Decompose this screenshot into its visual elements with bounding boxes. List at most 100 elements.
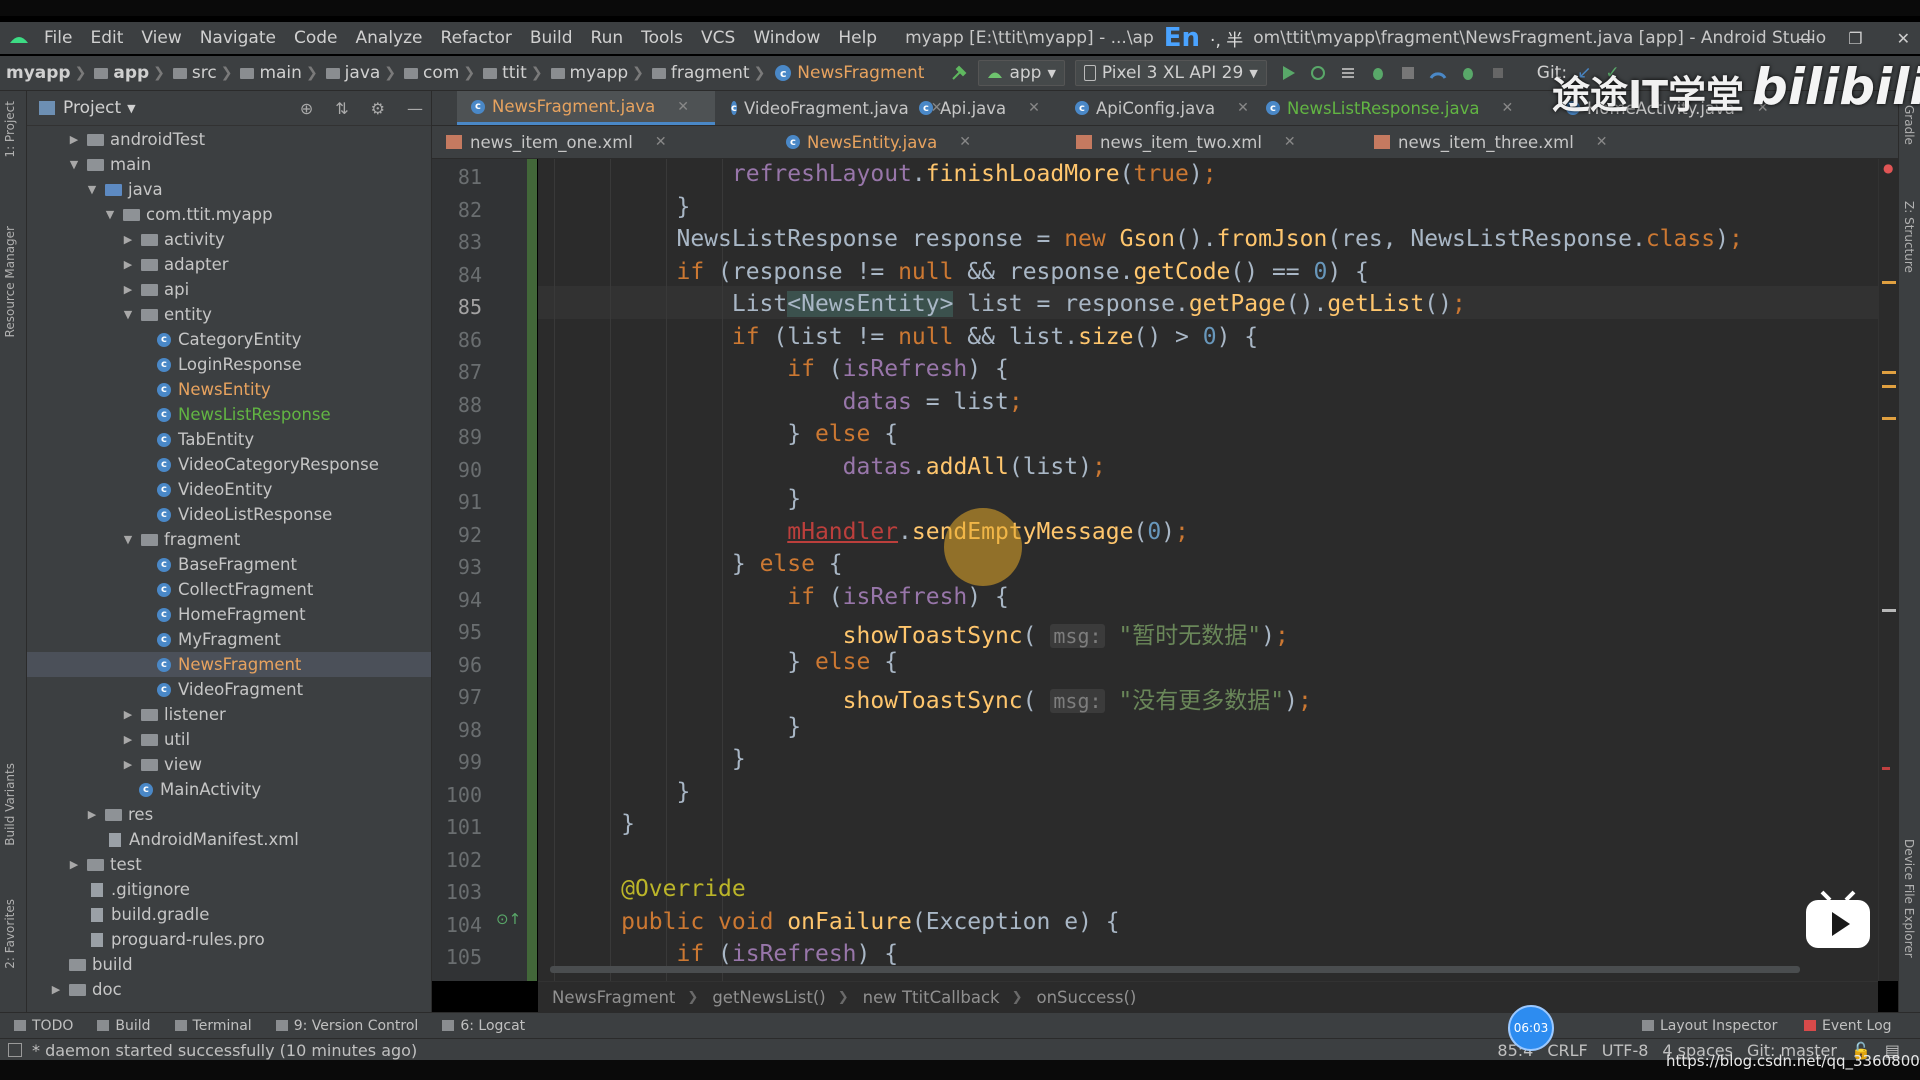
hide-panel-icon[interactable]: — <box>407 99 423 118</box>
restore-icon[interactable]: ❐ <box>1848 29 1862 48</box>
breadcrumb-newsfragment[interactable]: c NewsFragment <box>767 63 924 83</box>
run-config-dropdown[interactable]: app ▼ <box>978 60 1065 86</box>
menu-run[interactable]: Run <box>591 28 624 48</box>
breadcrumb-src[interactable]: src ❯ <box>167 63 235 83</box>
breadcrumb-ttit[interactable]: ttit ❯ <box>477 63 544 83</box>
collapse-all-icon[interactable]: ⇅ <box>335 99 348 118</box>
menu-build[interactable]: Build <box>530 28 573 48</box>
tree-item-newslistresponse[interactable]: c NewsListResponse <box>27 402 431 427</box>
tab-newsfragment-java[interactable]: c NewsFragment.java ✕ <box>457 91 715 125</box>
expand-arrow-icon[interactable]: ▼ <box>67 158 81 171</box>
editor-breadcrumb-item[interactable]: onSuccess() <box>1037 988 1137 1007</box>
tree-item-loginresponse[interactable]: c LoginResponse <box>27 352 431 377</box>
tree-item-listener[interactable]: ▶ listener <box>27 702 431 727</box>
tool-resource-manager-label[interactable]: Resource Manager <box>3 226 17 337</box>
menu-navigate[interactable]: Navigate <box>200 28 276 48</box>
tree-item-view[interactable]: ▶ view <box>27 752 431 777</box>
apply-code-changes-icon[interactable] <box>1339 64 1357 82</box>
editor-breadcrumb-item[interactable]: NewsFragment <box>552 988 675 1007</box>
build-hammer-icon[interactable] <box>950 64 968 82</box>
ime-mode[interactable]: ·, 半 <box>1210 26 1243 51</box>
collapse-arrow-icon[interactable]: ▶ <box>67 858 81 871</box>
expand-arrow-icon[interactable]: ▼ <box>121 308 135 321</box>
menu-file[interactable]: File <box>44 28 72 48</box>
close-tab-icon[interactable]: ✕ <box>677 99 689 115</box>
close-icon[interactable]: ✕ <box>1897 29 1910 48</box>
breadcrumb-fragment[interactable]: fragment ❯ <box>646 63 767 83</box>
collapse-arrow-icon[interactable]: ▶ <box>67 133 81 146</box>
tool-build-variants-label[interactable]: Build Variants <box>3 763 17 846</box>
line-separator[interactable]: CRLF <box>1547 1041 1587 1060</box>
tree-item-main[interactable]: ▼ main <box>27 152 431 177</box>
tree-item--gitignore[interactable]: .gitignore <box>27 877 431 902</box>
error-indicator-icon[interactable]: ● <box>1883 161 1893 175</box>
tool-layout-inspector[interactable]: Layout Inspector <box>1642 1018 1777 1034</box>
tool-version-control[interactable]: 9: Version Control <box>275 1018 418 1034</box>
gear-icon[interactable]: ⚙ <box>371 99 385 118</box>
run-icon[interactable] <box>1279 64 1297 82</box>
tool-event-log[interactable]: Event Log <box>1804 1018 1892 1034</box>
tree-item-mainactivity[interactable]: c MainActivity <box>27 777 431 802</box>
tree-item-collectfragment[interactable]: c CollectFragment <box>27 577 431 602</box>
locate-icon[interactable]: ⊕ <box>300 99 313 118</box>
menu-help[interactable]: Help <box>838 28 877 48</box>
stripe-mark[interactable] <box>1882 417 1896 420</box>
tree-item-api[interactable]: ▶ api <box>27 277 431 302</box>
collapse-arrow-icon[interactable]: ▶ <box>121 733 135 746</box>
tree-item-com-ttit-myapp[interactable]: ▼ com.ttit.myapp <box>27 202 431 227</box>
chevron-down-icon[interactable]: ▼ <box>127 102 135 115</box>
tool-build[interactable]: Build <box>97 1018 151 1034</box>
tree-item-activity[interactable]: ▶ activity <box>27 227 431 252</box>
tool-favorites-label[interactable]: 2: Favorites <box>3 899 17 969</box>
tree-item-myfragment[interactable]: c MyFragment <box>27 627 431 652</box>
editor-breadcrumb-item[interactable]: getNewsList() <box>712 988 825 1007</box>
tree-item-proguard-rules-pro[interactable]: proguard-rules.pro <box>27 927 431 952</box>
breadcrumb-myapp[interactable]: myapp ❯ <box>6 63 88 83</box>
tab-news-item-one-xml[interactable]: news_item_one.xml ✕ <box>432 126 772 158</box>
collapse-arrow-icon[interactable]: ▶ <box>121 758 135 771</box>
tree-item-newsentity[interactable]: c NewsEntity <box>27 377 431 402</box>
ime-indicator[interactable]: En <box>1164 23 1200 53</box>
tree-item-newsfragment[interactable]: c NewsFragment <box>27 652 431 677</box>
collapse-arrow-icon[interactable]: ▶ <box>121 283 135 296</box>
menu-edit[interactable]: Edit <box>90 28 123 48</box>
close-tab-icon[interactable]: ✕ <box>1028 100 1040 116</box>
tool-structure-label[interactable]: Z: Structure <box>1902 201 1916 273</box>
tree-item-videoentity[interactable]: c VideoEntity <box>27 477 431 502</box>
video-play-icon[interactable] <box>1804 890 1872 950</box>
expand-arrow-icon[interactable]: ▼ <box>103 208 117 221</box>
stripe-mark[interactable] <box>1882 385 1896 388</box>
debug-icon[interactable] <box>1369 64 1387 82</box>
file-encoding[interactable]: UTF-8 <box>1602 1041 1649 1060</box>
tab-api-java[interactable]: c Api.java ✕ <box>905 91 1059 125</box>
collapse-arrow-icon[interactable]: ▶ <box>121 233 135 246</box>
close-tab-icon[interactable]: ✕ <box>1237 100 1249 116</box>
tree-item-homefragment[interactable]: c HomeFragment <box>27 602 431 627</box>
stop-icon[interactable] <box>1489 64 1507 82</box>
close-tab-icon[interactable]: ✕ <box>959 134 971 150</box>
tree-item-videocategoryresponse[interactable]: c VideoCategoryResponse <box>27 452 431 477</box>
status-toggle-icon[interactable] <box>8 1043 22 1057</box>
tree-item-androidmanifest-xml[interactable]: AndroidManifest.xml <box>27 827 431 852</box>
close-tab-icon[interactable]: ✕ <box>655 134 667 150</box>
tree-item-categoryentity[interactable]: c CategoryEntity <box>27 327 431 352</box>
expand-arrow-icon[interactable]: ▼ <box>85 183 99 196</box>
tab-newslistresponse-java[interactable]: c NewsListResponse.java ✕ <box>1252 91 1548 125</box>
close-tab-icon[interactable]: ✕ <box>1596 134 1608 150</box>
menu-refactor[interactable]: Refactor <box>441 28 512 48</box>
tree-item-basefragment[interactable]: c BaseFragment <box>27 552 431 577</box>
breadcrumb-app[interactable]: app ❯ <box>88 63 167 83</box>
menu-view[interactable]: View <box>141 28 181 48</box>
tree-item-videolistresponse[interactable]: c VideoListResponse <box>27 502 431 527</box>
project-view-label[interactable]: Project <box>63 98 121 118</box>
breadcrumb-main[interactable]: main ❯ <box>234 63 319 83</box>
breadcrumb-myapp[interactable]: myapp ❯ <box>545 63 646 83</box>
breadcrumb-com[interactable]: com ❯ <box>398 63 477 83</box>
menu-window[interactable]: Window <box>753 28 820 48</box>
tree-item-videofragment[interactable]: c VideoFragment <box>27 677 431 702</box>
tab-videofragment-java[interactable]: c VideoFragment.java ✕ <box>717 91 943 125</box>
stripe-mark[interactable] <box>1882 767 1890 770</box>
tree-item-test[interactable]: ▶ test <box>27 852 431 877</box>
tree-item-androidtest[interactable]: ▶ androidTest <box>27 127 431 152</box>
profile-icon[interactable] <box>1429 64 1447 82</box>
